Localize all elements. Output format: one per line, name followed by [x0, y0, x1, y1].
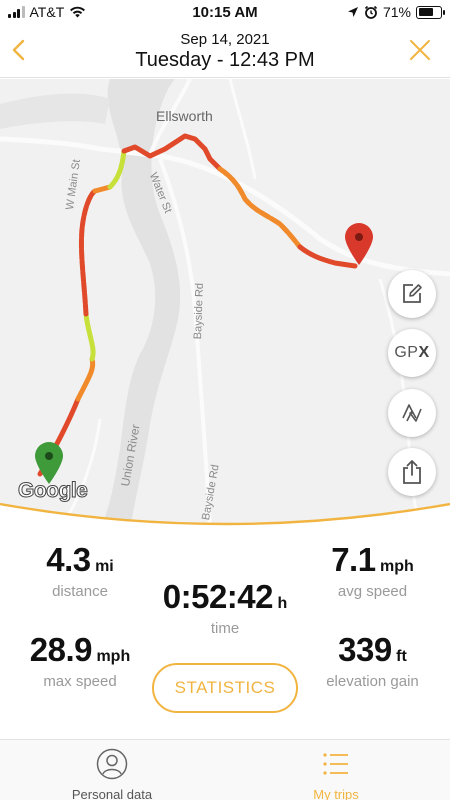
- gpx-x-text: X: [418, 344, 430, 361]
- distance-value: 4.3: [46, 541, 91, 578]
- avg-speed-label: avg speed: [337, 583, 408, 600]
- max-speed-unit: mph: [96, 648, 131, 665]
- distance-label: distance: [52, 583, 108, 600]
- end-marker-icon[interactable]: [343, 222, 375, 266]
- battery-percent: 71%: [382, 4, 411, 20]
- header: Sep 14, 2021 Tuesday - 12:43 PM: [0, 26, 450, 78]
- statistics-button[interactable]: STATISTICS: [152, 663, 298, 713]
- map-label-ellsworth: Ellsworth: [156, 108, 213, 124]
- time-value: 0:52:42: [162, 578, 274, 615]
- battery-fill: [418, 8, 434, 16]
- status-bar: AT&T 10:15 AM 71%: [0, 0, 450, 26]
- edit-button[interactable]: [388, 270, 436, 318]
- share-icon: [403, 460, 421, 484]
- time-unit: h: [277, 595, 288, 612]
- elevation-gain-value: 339: [338, 631, 392, 668]
- nav-my-trips-label: My trips: [313, 787, 359, 800]
- elevation-gain-unit: ft: [396, 648, 407, 665]
- avg-speed-unit: mph: [380, 558, 414, 575]
- trip-title: Tuesday - 12:43 PM: [135, 49, 315, 71]
- distance-stat: 4.3 mi distance: [10, 541, 150, 600]
- route-button[interactable]: [388, 389, 436, 437]
- trip-date: Sep 14, 2021: [180, 31, 270, 48]
- status-right: 71%: [347, 4, 445, 20]
- time-label: time: [210, 620, 240, 637]
- person-icon: [96, 748, 128, 780]
- gpx-label: GPX: [394, 344, 429, 362]
- close-icon[interactable]: [406, 36, 434, 64]
- elevation-gain-stat: 339 ft elevation gain: [300, 631, 445, 690]
- map-canvas: [0, 79, 450, 529]
- nav-my-trips[interactable]: My trips: [261, 748, 411, 800]
- avg-speed-stat: 7.1 mph avg speed: [300, 541, 445, 600]
- map-label-bayside-rd: Bayside Rd: [192, 282, 206, 340]
- elevation-gain-value-row: 339 ft: [300, 631, 445, 669]
- edit-icon: [403, 284, 422, 303]
- avg-speed-value: 7.1: [331, 541, 376, 578]
- gpx-export-button[interactable]: GPX: [388, 329, 436, 377]
- list-icon: [323, 753, 348, 775]
- time-stat: 0:52:42 h time: [140, 578, 310, 637]
- alarm-icon: [364, 5, 378, 19]
- nav-personal-data[interactable]: Personal data: [37, 748, 187, 800]
- max-speed-stat: 28.9 mph max speed: [5, 631, 155, 690]
- avg-speed-value-row: 7.1 mph: [300, 541, 445, 579]
- nav-personal-data-label: Personal data: [71, 787, 153, 800]
- elevation-gain-label: elevation gain: [326, 673, 419, 690]
- time-value-row: 0:52:42 h: [140, 578, 310, 616]
- bottom-nav: Personal data My trips: [0, 739, 450, 800]
- distance-value-row: 4.3 mi: [10, 541, 150, 579]
- max-speed-value-row: 28.9 mph: [5, 631, 155, 669]
- distance-unit: mi: [95, 558, 114, 575]
- route-icon: [402, 404, 422, 422]
- battery-icon: [416, 5, 445, 19]
- max-speed-value: 28.9: [29, 631, 93, 668]
- location-arrow-icon: [347, 7, 358, 17]
- map-curve-edge: [0, 502, 450, 530]
- gpx-text: GP: [394, 344, 419, 361]
- trip-map[interactable]: Ellsworth W Main St Water St Bayside Rd …: [0, 79, 450, 529]
- max-speed-label: max speed: [43, 673, 117, 690]
